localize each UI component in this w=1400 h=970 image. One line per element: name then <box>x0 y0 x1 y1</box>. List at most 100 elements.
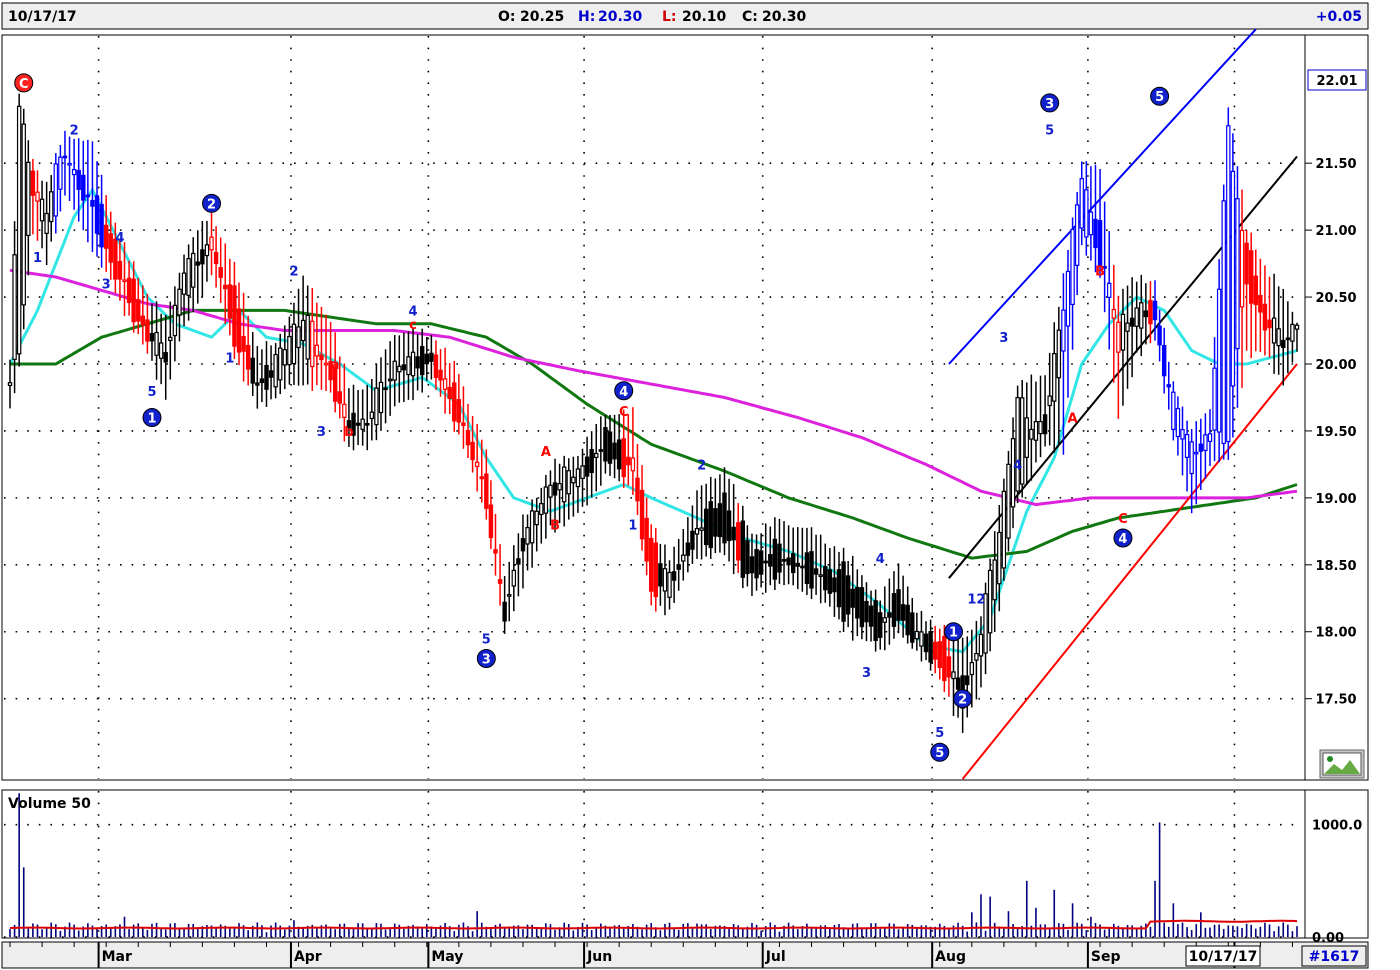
candle-body <box>268 370 274 378</box>
candle-body <box>987 569 993 634</box>
price-tick-label: 21.50 <box>1315 157 1356 172</box>
candle-body <box>859 587 865 628</box>
candle-body <box>245 344 251 370</box>
candle-body <box>598 449 604 452</box>
header-low: 20.10 <box>682 9 727 25</box>
candle-body <box>154 331 159 356</box>
candle-body <box>896 589 901 621</box>
volume-panel[interactable] <box>1 789 1369 939</box>
candle-body <box>520 538 526 552</box>
header-open-label: O: <box>498 9 516 25</box>
candle-body <box>937 641 942 668</box>
candle-body <box>1139 302 1144 329</box>
header-high-label: H: <box>578 9 595 25</box>
candle-body <box>777 543 782 573</box>
candle-body <box>378 381 384 414</box>
candle-body <box>461 422 466 426</box>
candle-body <box>713 508 718 537</box>
month-label: Sep <box>1091 949 1121 965</box>
candle-body <box>955 677 961 690</box>
candle-body <box>438 369 443 381</box>
candle-body <box>387 378 393 382</box>
candle-body <box>635 477 640 502</box>
candle-body <box>1061 309 1066 352</box>
wave-label: a <box>331 358 340 373</box>
wave-label: 5 <box>935 726 944 741</box>
candle-body <box>566 470 571 495</box>
wave-label: C <box>619 405 629 420</box>
candle-body <box>26 161 31 237</box>
candle-body <box>671 571 677 581</box>
candle-body <box>1116 321 1121 353</box>
wave-label: 4 <box>619 385 628 400</box>
candle-body <box>626 456 631 466</box>
price-panel[interactable] <box>1 34 1369 781</box>
candle-body <box>1074 204 1080 266</box>
picture-icon[interactable] <box>1319 749 1365 779</box>
candle-body <box>749 556 755 574</box>
candle-body <box>360 418 365 430</box>
candle-body <box>1097 220 1103 267</box>
wave-label: A <box>1068 412 1078 427</box>
candle-body <box>630 457 636 472</box>
candle-body <box>1143 310 1149 318</box>
candle-body <box>868 605 874 627</box>
candle-body <box>781 559 787 562</box>
candle-body <box>310 320 315 368</box>
candle-body <box>406 356 411 376</box>
candle-body <box>291 323 297 365</box>
candle-body <box>1107 282 1112 298</box>
candle-body <box>932 641 938 660</box>
candle-body <box>85 194 91 198</box>
candle-body <box>813 568 819 575</box>
candle-body <box>273 353 278 388</box>
wave-label: A <box>541 445 551 460</box>
candle-body <box>30 170 36 196</box>
wave-label: 2 <box>70 124 79 139</box>
candle-body <box>1198 443 1204 452</box>
month-label: Jul <box>765 949 786 965</box>
candle-body <box>1203 434 1208 451</box>
candle-body <box>648 537 654 592</box>
candle-body <box>1084 189 1089 238</box>
candle-body <box>49 191 54 223</box>
candle-body <box>465 429 471 446</box>
candle-body <box>891 593 897 627</box>
candle-body <box>571 476 576 484</box>
candle-body <box>1148 299 1153 325</box>
candle-body <box>557 483 562 491</box>
candle-body <box>768 554 773 567</box>
wave-label: c <box>409 318 417 333</box>
candle-body <box>1157 325 1162 346</box>
candle-body <box>140 315 146 326</box>
candle-body <box>497 579 503 584</box>
candle-body <box>992 559 997 601</box>
wave-label: 1 <box>33 251 42 266</box>
candle-body <box>12 254 17 360</box>
candle-body <box>580 465 585 479</box>
candle-body <box>452 382 457 422</box>
wave-label: 4 <box>876 552 885 567</box>
wave-label: 1 <box>147 412 156 427</box>
candle-body <box>35 191 40 202</box>
candle-body <box>900 604 906 621</box>
candle-body <box>67 162 72 166</box>
candle-body <box>493 549 498 554</box>
candle-body <box>997 531 1002 585</box>
candle-body <box>594 452 599 459</box>
wave-label: 4 <box>115 231 124 246</box>
candle-body <box>561 466 567 503</box>
candle-body <box>1129 317 1135 327</box>
candle-body <box>1125 322 1130 332</box>
wave-label: B <box>1095 264 1105 279</box>
candle-body <box>942 635 947 682</box>
wave-label: B <box>550 519 560 534</box>
candle-body <box>296 326 301 349</box>
volume-tick-label: 1000.0 <box>1312 819 1362 834</box>
wave-label: 2 <box>958 693 967 708</box>
price-tick-label: 17.50 <box>1315 693 1356 708</box>
candle-body <box>319 354 324 361</box>
candle-body <box>44 212 49 234</box>
time-axis-bar <box>1 941 1369 969</box>
wave-label: 4 <box>1013 458 1022 473</box>
